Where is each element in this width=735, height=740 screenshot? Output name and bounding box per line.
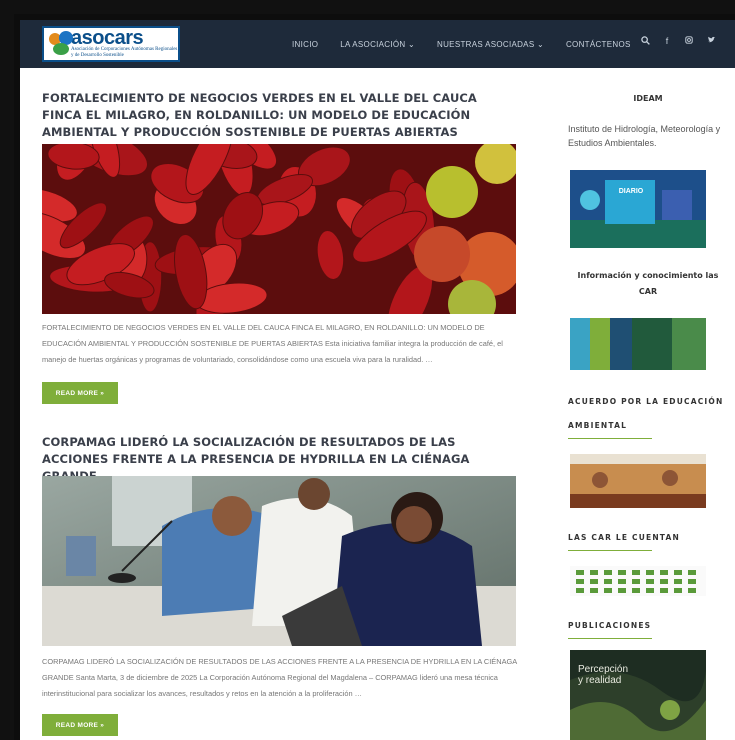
- nav-nuestras-asociadas[interactable]: NUESTRAS ASOCIADAS ⌄: [437, 40, 544, 49]
- sidebar-divider: [568, 438, 652, 439]
- sidebar-divider: [568, 638, 652, 639]
- nav-contactenos[interactable]: CONTÁCTENOS: [566, 40, 631, 49]
- publicacion-cover-title: Percepción y realidad: [578, 664, 629, 686]
- sidebar-section-acuerdo: ACUERDO POR LA EDUCACIÓN AMBIENTAL: [568, 390, 728, 439]
- twitter-icon[interactable]: [706, 36, 716, 47]
- sidebar-title-cuentan: LAS CAR LE CUENTAN: [568, 533, 681, 542]
- site-header: asocars Asociación de Corporaciones Autó…: [20, 20, 735, 68]
- post-excerpt: FORTALECIMIENTO DE NEGOCIOS VERDES EN EL…: [42, 323, 503, 364]
- sidebar-section-cuentan: LAS CAR LE CUENTAN: [568, 526, 728, 551]
- info-car-image[interactable]: [570, 318, 706, 370]
- post-card: FORTALECIMIENTO DE NEGOCIOS VERDES EN EL…: [42, 90, 520, 141]
- sidebar-ideam-text: Instituto de Hidrología, Meteorología y …: [568, 124, 721, 148]
- post-excerpt: CORPAMAG LIDERÓ LA SOCIALIZACIÓN DE RESU…: [42, 657, 517, 698]
- logo-mark-icon: [47, 29, 73, 59]
- search-icon[interactable]: [640, 36, 650, 47]
- sidebar-title-publicaciones: PUBLICACIONES: [568, 621, 652, 630]
- facebook-icon[interactable]: f: [662, 36, 672, 47]
- sidebar-section-publicaciones: PUBLICACIONES: [568, 614, 728, 639]
- main-nav: INICIO LA ASOCIACIÓN ⌄ NUESTRAS ASOCIADA…: [292, 20, 653, 68]
- ideam-banner-image[interactable]: DIARIO: [570, 170, 706, 248]
- sidebar-title-info: Información y conocimiento las CAR: [577, 271, 719, 296]
- sidebar-title-acuerdo: ACUERDO POR LA EDUCACIÓN AMBIENTAL: [568, 397, 724, 430]
- sidebar-divider: [568, 550, 652, 551]
- logo-tagline: Asociación de Corporaciones Autónomas Re…: [71, 47, 178, 58]
- post-title[interactable]: FORTALECIMIENTO DE NEGOCIOS VERDES EN EL…: [42, 90, 520, 141]
- publicacion-cover-image[interactable]: Percepción y realidad: [570, 650, 706, 740]
- logo-name: asocars: [71, 27, 144, 49]
- read-more-button[interactable]: READ MORE »: [42, 382, 118, 404]
- nav-la-asociacion[interactable]: LA ASOCIACIÓN ⌄: [340, 40, 415, 49]
- sidebar-title-ideam: IDEAM: [633, 94, 663, 103]
- site-logo[interactable]: asocars Asociación de Corporaciones Autó…: [42, 26, 180, 62]
- post-image-meeting[interactable]: [42, 476, 516, 646]
- header-icons: f: [628, 36, 716, 47]
- post-image-peppers[interactable]: [42, 144, 516, 314]
- read-more-button[interactable]: READ MORE »: [42, 714, 118, 736]
- page-frame: asocars Asociación de Corporaciones Autó…: [14, 14, 735, 740]
- car-cuentan-logos[interactable]: [570, 566, 706, 596]
- acuerdo-image[interactable]: [570, 454, 706, 508]
- instagram-icon[interactable]: [684, 36, 694, 47]
- ideam-banner-label: DIARIO: [618, 188, 644, 195]
- nav-inicio[interactable]: INICIO: [292, 40, 318, 49]
